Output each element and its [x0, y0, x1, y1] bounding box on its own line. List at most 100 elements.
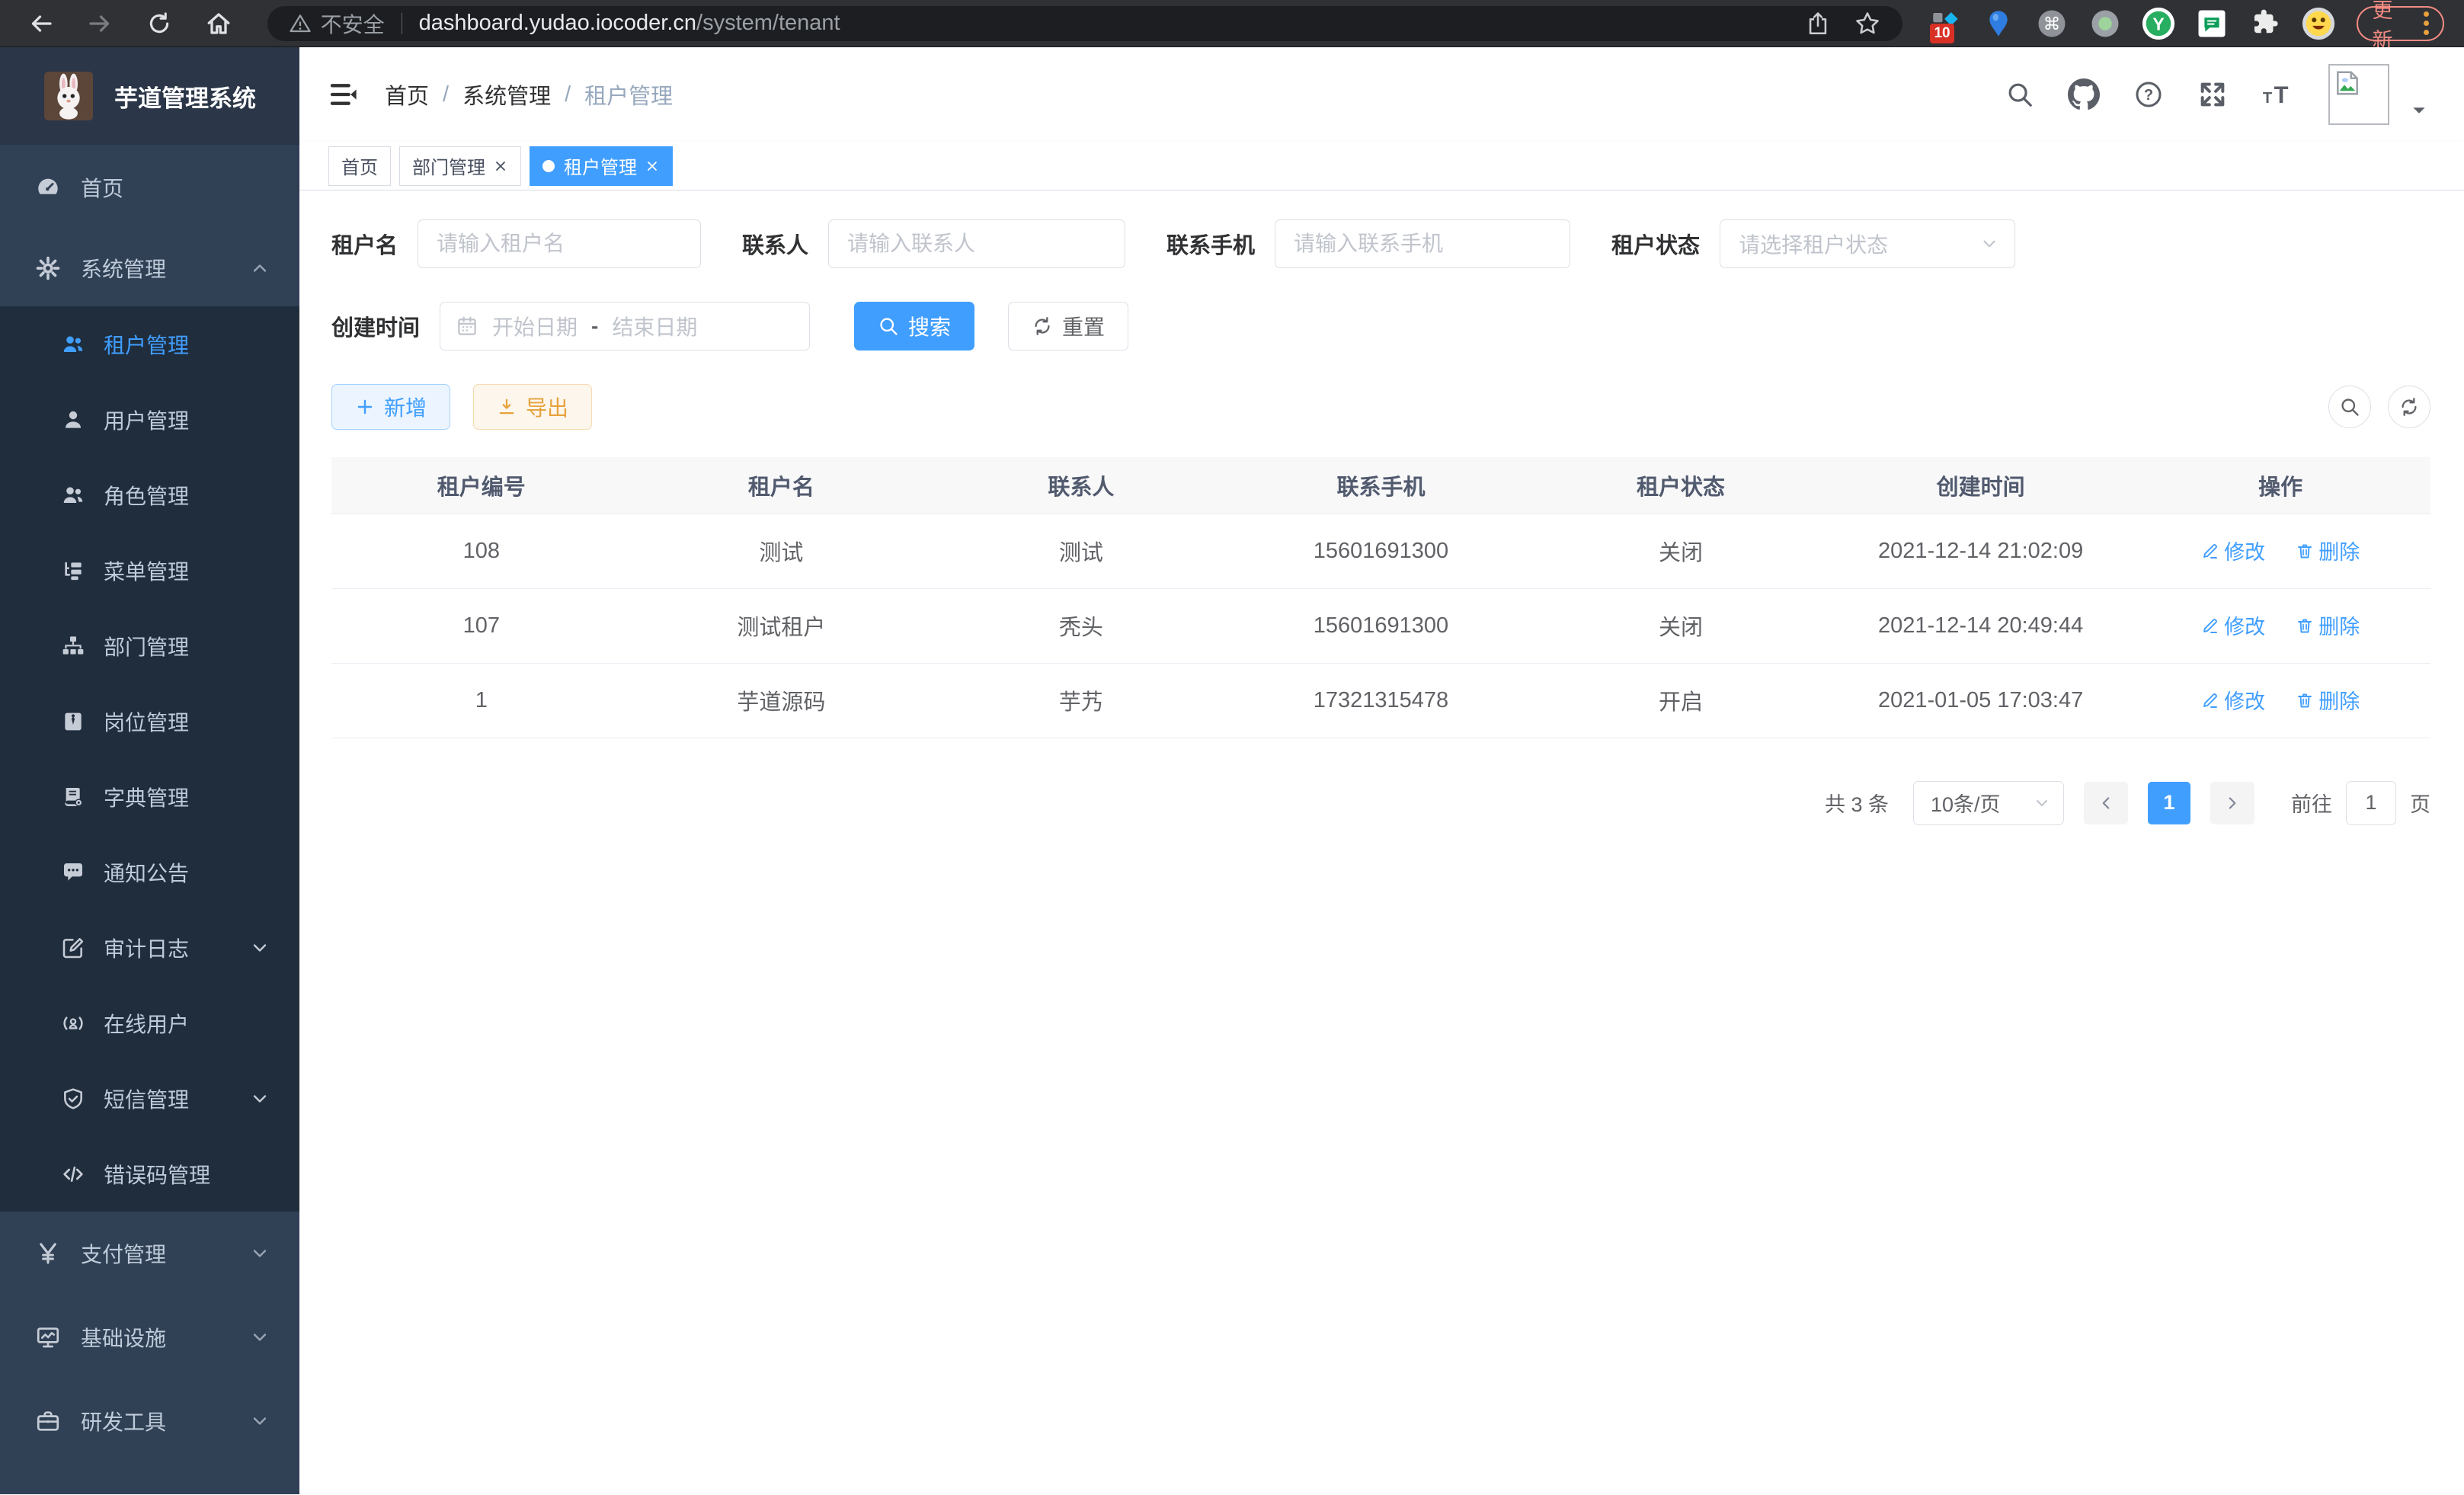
org-chart-icon	[61, 634, 85, 658]
date-start-placeholder: 开始日期	[492, 311, 578, 341]
next-page-button[interactable]	[2210, 782, 2254, 824]
trash-icon	[2296, 616, 2314, 635]
refresh-icon	[2398, 396, 2420, 418]
sidebar-item-label: 首页	[81, 172, 123, 203]
edit-link[interactable]: 修改	[2201, 685, 2265, 715]
edit-link[interactable]: 修改	[2201, 536, 2265, 565]
goto-page-input[interactable]	[2346, 781, 2396, 825]
cell-status: 关闭	[1531, 514, 1831, 588]
extension-dot-icon[interactable]	[2088, 7, 2122, 40]
mobile-input[interactable]	[1275, 219, 1570, 268]
not-secure-label: 不安全	[321, 8, 385, 39]
browser-forward-button[interactable]	[79, 2, 122, 45]
extension-command-icon[interactable]	[2035, 7, 2069, 40]
sidebar-item-label: 字典管理	[104, 782, 189, 812]
extension-balloon-icon[interactable]	[1982, 7, 2015, 40]
share-icon[interactable]	[1805, 11, 1831, 37]
add-button[interactable]: 新增	[331, 384, 450, 430]
profile-avatar-icon[interactable]	[2302, 7, 2335, 40]
browser-reload-button[interactable]	[138, 2, 181, 45]
extensions-puzzle-icon[interactable]	[2248, 7, 2282, 40]
sidebar: 芋道管理系统 首页 系统管理 租户管理 用户管理 角色管理	[0, 47, 299, 1494]
delete-link[interactable]: 删除	[2296, 536, 2360, 565]
prev-page-button[interactable]	[2084, 782, 2128, 824]
tab-tenant[interactable]: 租户管理	[530, 146, 673, 186]
extension-chat-icon[interactable]	[2195, 7, 2229, 40]
sidebar-item-online-user[interactable]: 在线用户	[0, 985, 299, 1061]
sidebar-item-infra[interactable]: 基础设施	[0, 1295, 299, 1379]
sidebar-item-tenant[interactable]: 租户管理	[0, 306, 299, 382]
export-button[interactable]: 导出	[473, 384, 592, 430]
sidebar-item-sms[interactable]: 短信管理	[0, 1061, 299, 1136]
add-button-label: 新增	[384, 392, 427, 422]
status-select[interactable]: 请选择租户状态	[1720, 219, 2015, 268]
address-bar[interactable]: 不安全 dashboard.yudao.iocoder.cn/system/te…	[267, 6, 1903, 41]
help-button[interactable]	[2133, 79, 2164, 110]
sidebar-collapse-button[interactable]	[328, 79, 359, 110]
sidebar-item-post[interactable]: 岗位管理	[0, 683, 299, 759]
extension-grid-icon[interactable]: 10	[1928, 7, 1962, 40]
browser-home-button[interactable]	[197, 2, 240, 45]
goto-label: 前往	[2291, 788, 2332, 818]
table-row: 108 测试 测试 15601691300 关闭 2021-12-14 21:0…	[331, 514, 2430, 588]
sidebar-item-label: 角色管理	[104, 480, 189, 511]
sidebar-item-audit-log[interactable]: 审计日志	[0, 910, 299, 985]
delete-link[interactable]: 删除	[2296, 685, 2360, 715]
sidebar-item-dict[interactable]: 字典管理	[0, 759, 299, 834]
font-size-icon	[2261, 78, 2295, 111]
extension-y-icon[interactable]	[2142, 7, 2175, 40]
sidebar-item-menu[interactable]: 菜单管理	[0, 533, 299, 608]
sidebar-item-notice[interactable]: 通知公告	[0, 834, 299, 910]
url-host: dashboard.yudao.iocoder.cn	[419, 11, 696, 35]
user-avatar[interactable]	[2328, 64, 2389, 125]
create-time-range-picker[interactable]: 开始日期 - 结束日期	[440, 302, 810, 351]
breadcrumb-home[interactable]: 首页	[385, 78, 429, 110]
page-size-select[interactable]: 10条/页	[1913, 781, 2064, 825]
font-size-button[interactable]	[2261, 78, 2295, 111]
tab-dept[interactable]: 部门管理	[399, 146, 521, 186]
sidebar-item-pay[interactable]: 支付管理	[0, 1212, 299, 1295]
code-icon	[61, 1162, 85, 1186]
fullscreen-button[interactable]	[2197, 79, 2228, 110]
delete-link[interactable]: 删除	[2296, 610, 2360, 640]
sidebar-item-home[interactable]: 首页	[0, 145, 299, 230]
extensions-row: 10	[1928, 7, 2335, 40]
edit-link[interactable]: 修改	[2201, 610, 2265, 640]
tab-label: 首页	[341, 152, 378, 179]
app-logo-row[interactable]: 芋道管理系统	[0, 47, 299, 145]
chrome-update-button[interactable]: 更新	[2357, 6, 2444, 41]
security-chip[interactable]: 不安全	[289, 8, 385, 39]
refresh-table-button[interactable]	[2388, 386, 2430, 428]
browser-back-button[interactable]	[20, 2, 62, 45]
cell-created: 2021-12-14 20:49:44	[1831, 588, 2131, 663]
sidebar-item-system[interactable]: 系统管理	[0, 230, 299, 306]
sidebar-item-error-code[interactable]: 错误码管理	[0, 1136, 299, 1212]
header-search-button[interactable]	[2005, 80, 2034, 109]
monitor-icon	[35, 1324, 61, 1350]
cell-mobile: 17321315478	[1231, 663, 1531, 738]
page-number-button[interactable]: 1	[2148, 782, 2190, 824]
sidebar-item-dept[interactable]: 部门管理	[0, 608, 299, 683]
sidebar-item-role[interactable]: 角色管理	[0, 457, 299, 533]
shield-check-icon	[61, 1087, 85, 1111]
github-link[interactable]	[2068, 78, 2100, 110]
tab-close-icon[interactable]	[493, 158, 508, 174]
tab-home[interactable]: 首页	[328, 146, 391, 186]
status-label: 租户状态	[1611, 228, 1700, 260]
bookmark-star-icon[interactable]	[1854, 10, 1881, 37]
fullscreen-icon	[2197, 79, 2228, 110]
sidebar-item-user[interactable]: 用户管理	[0, 382, 299, 457]
sidebar-item-label: 菜单管理	[104, 555, 189, 586]
tenant-name-input[interactable]	[418, 219, 701, 268]
col-mobile: 联系手机	[1231, 457, 1531, 514]
breadcrumb-system[interactable]: 系统管理	[462, 78, 551, 110]
avatar-dropdown-button[interactable]	[2409, 101, 2429, 120]
yen-icon	[35, 1240, 61, 1266]
toggle-search-button[interactable]	[2328, 386, 2371, 428]
sidebar-item-dev-tools[interactable]: 研发工具	[0, 1379, 299, 1463]
contact-input[interactable]	[828, 219, 1125, 268]
search-button[interactable]: 搜索	[854, 302, 974, 351]
reset-button[interactable]: 重置	[1008, 302, 1128, 351]
users-icon	[61, 483, 85, 507]
tab-close-icon[interactable]	[645, 158, 660, 174]
